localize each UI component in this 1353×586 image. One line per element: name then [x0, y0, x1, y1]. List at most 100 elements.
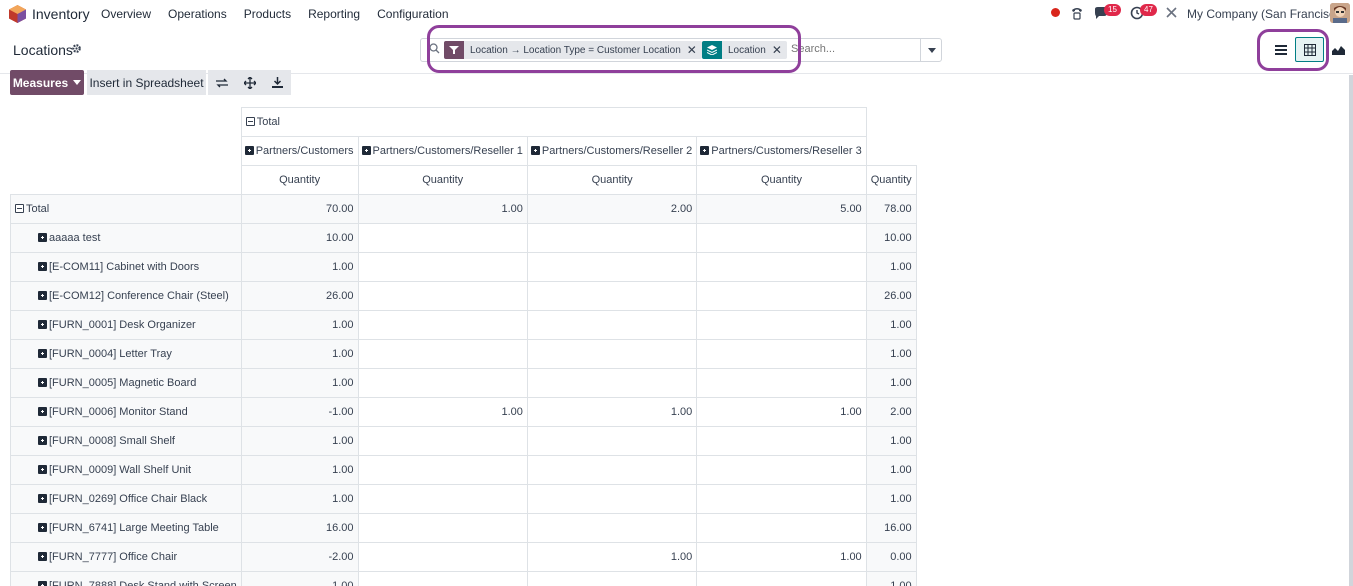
pivot-cell[interactable]: 10.00: [240, 223, 359, 253]
search-icon[interactable]: [429, 43, 440, 54]
pivot-cell[interactable]: 26.00: [240, 281, 359, 311]
recording-indicator-icon[interactable]: [1051, 8, 1060, 17]
pivot-cell[interactable]: 1.00: [526, 397, 698, 427]
pivot-cell[interactable]: [696, 281, 867, 311]
close-icon[interactable]: ✕: [687, 43, 702, 57]
measure-header[interactable]: Quantity: [696, 165, 867, 195]
pivot-cell[interactable]: [357, 484, 528, 514]
row-header[interactable]: [FURN_0001] Desk Organizer: [10, 310, 242, 340]
menu-configuration[interactable]: Configuration: [377, 7, 448, 21]
company-switcher[interactable]: My Company (San Francisco): [1187, 7, 1346, 21]
graph-view-button[interactable]: [1324, 37, 1353, 62]
pivot-cell-total[interactable]: 2.00: [865, 397, 917, 427]
user-avatar[interactable]: [1330, 3, 1350, 23]
pivot-cell[interactable]: 1.00: [240, 571, 359, 586]
pivot-cell[interactable]: [696, 571, 867, 586]
col-header-group[interactable]: Partners/Customers/Reseller 1: [357, 136, 528, 166]
pivot-cell[interactable]: [357, 513, 528, 543]
pivot-cell[interactable]: [526, 571, 698, 586]
measure-header[interactable]: Quantity: [865, 165, 917, 195]
row-header[interactable]: [FURN_0009] Wall Shelf Unit: [10, 455, 242, 485]
col-header-group[interactable]: Partners/Customers/Reseller 3: [696, 136, 867, 166]
pivot-cell[interactable]: 1.00: [357, 194, 528, 224]
inventory-app-icon[interactable]: [9, 5, 26, 23]
scrollbar[interactable]: [1349, 75, 1353, 586]
pivot-cell[interactable]: [526, 513, 698, 543]
pivot-view-button[interactable]: [1295, 37, 1324, 62]
pivot-cell[interactable]: [526, 426, 698, 456]
pivot-cell[interactable]: [526, 252, 698, 282]
search-options-toggle[interactable]: [920, 39, 942, 61]
pivot-cell[interactable]: 16.00: [240, 513, 359, 543]
pivot-cell-total[interactable]: 10.00: [865, 223, 917, 253]
row-header[interactable]: [FURN_7888] Desk Stand with Screen: [10, 571, 242, 586]
pivot-cell[interactable]: 1.00: [696, 542, 867, 572]
filter-facet[interactable]: Location → Location Type = Customer Loca…: [444, 41, 702, 59]
pivot-cell-total[interactable]: 0.00: [865, 542, 917, 572]
pivot-cell[interactable]: 1.00: [240, 252, 359, 282]
pivot-cell[interactable]: [526, 368, 698, 398]
expand-all-button[interactable]: [236, 70, 264, 95]
pivot-cell[interactable]: [357, 339, 528, 369]
app-name[interactable]: Inventory: [32, 6, 90, 22]
col-header-group[interactable]: Partners/Customers/Reseller 2: [526, 136, 698, 166]
pivot-cell[interactable]: 2.00: [526, 194, 698, 224]
pivot-cell[interactable]: [357, 368, 528, 398]
pivot-cell[interactable]: [526, 455, 698, 485]
row-header[interactable]: [FURN_0005] Magnetic Board: [10, 368, 242, 398]
pivot-cell[interactable]: [696, 368, 867, 398]
pivot-cell-total[interactable]: 1.00: [865, 368, 917, 398]
pivot-cell[interactable]: 1.00: [526, 542, 698, 572]
row-header[interactable]: aaaaa test: [10, 223, 242, 253]
pivot-cell[interactable]: [696, 513, 867, 543]
pivot-cell[interactable]: [526, 223, 698, 253]
close-icon[interactable]: ✕: [772, 43, 787, 57]
gear-icon[interactable]: [71, 43, 82, 54]
pivot-cell[interactable]: 1.00: [696, 397, 867, 427]
insert-spreadsheet-button[interactable]: Insert in Spreadsheet: [87, 70, 206, 95]
pivot-cell[interactable]: [357, 455, 528, 485]
pivot-cell-total[interactable]: 26.00: [865, 281, 917, 311]
download-button[interactable]: [264, 70, 291, 95]
pivot-cell-total[interactable]: 1.00: [865, 339, 917, 369]
pivot-cell-total[interactable]: 16.00: [865, 513, 917, 543]
measures-button[interactable]: Measures: [10, 70, 84, 95]
pivot-cell[interactable]: -2.00: [240, 542, 359, 572]
pivot-cell[interactable]: 1.00: [240, 310, 359, 340]
pivot-cell[interactable]: [357, 223, 528, 253]
col-header-group[interactable]: Partners/Customers: [240, 136, 359, 166]
pivot-cell[interactable]: -1.00: [240, 397, 359, 427]
pivot-cell[interactable]: [696, 252, 867, 282]
menu-overview[interactable]: Overview: [101, 7, 151, 21]
pivot-cell[interactable]: [526, 310, 698, 340]
pivot-cell-total[interactable]: 1.00: [865, 571, 917, 586]
row-header[interactable]: [FURN_0008] Small Shelf: [10, 426, 242, 456]
pivot-cell[interactable]: 1.00: [240, 426, 359, 456]
row-header[interactable]: [FURN_0006] Monitor Stand: [10, 397, 242, 427]
pivot-cell[interactable]: 1.00: [240, 368, 359, 398]
list-view-button[interactable]: [1266, 37, 1295, 62]
pivot-cell-total[interactable]: 1.00: [865, 252, 917, 282]
row-header[interactable]: [FURN_0269] Office Chair Black: [10, 484, 242, 514]
pivot-cell[interactable]: 1.00: [357, 397, 528, 427]
row-header[interactable]: [E-COM12] Conference Chair (Steel): [10, 281, 242, 311]
pivot-cell[interactable]: 1.00: [240, 484, 359, 514]
row-header[interactable]: [E-COM11] Cabinet with Doors: [10, 252, 242, 282]
pivot-cell[interactable]: [357, 310, 528, 340]
pivot-cell[interactable]: 1.00: [240, 339, 359, 369]
measure-header[interactable]: Quantity: [240, 165, 359, 195]
pivot-cell-total[interactable]: 1.00: [865, 426, 917, 456]
pivot-cell-total[interactable]: 1.00: [865, 455, 917, 485]
pivot-cell[interactable]: [696, 223, 867, 253]
pivot-cell[interactable]: [357, 542, 528, 572]
pivot-cell-total[interactable]: 78.00: [865, 194, 917, 224]
menu-operations[interactable]: Operations: [168, 7, 227, 21]
debug-tools-icon[interactable]: [1165, 6, 1178, 19]
pivot-cell[interactable]: [526, 339, 698, 369]
pivot-cell[interactable]: [696, 426, 867, 456]
pivot-cell[interactable]: [357, 571, 528, 586]
pivot-cell[interactable]: [696, 455, 867, 485]
col-header-total[interactable]: Total: [240, 107, 867, 137]
pivot-cell[interactable]: [357, 281, 528, 311]
measure-header[interactable]: Quantity: [357, 165, 528, 195]
